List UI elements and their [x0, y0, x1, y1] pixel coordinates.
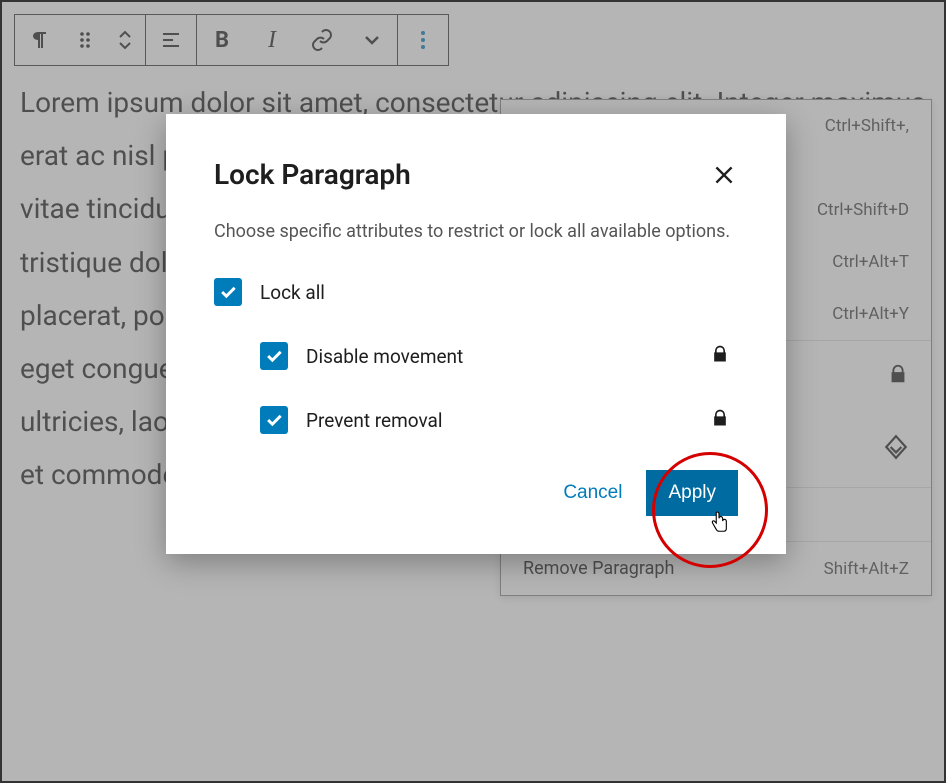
disable-movement-checkbox[interactable]	[260, 342, 288, 370]
lock-all-label: Lock all	[260, 281, 325, 304]
lock-all-checkbox[interactable]	[214, 278, 242, 306]
lock-icon	[710, 407, 730, 433]
lock-all-row[interactable]: Lock all	[214, 278, 738, 306]
lock-icon	[710, 343, 730, 369]
lock-paragraph-modal: Lock Paragraph Choose specific attribute…	[166, 114, 786, 554]
prevent-removal-checkbox[interactable]	[260, 406, 288, 434]
disable-movement-row[interactable]: Disable movement	[260, 342, 738, 370]
prevent-removal-row[interactable]: Prevent removal	[260, 406, 738, 434]
prevent-removal-label: Prevent removal	[306, 409, 443, 432]
apply-button[interactable]: Apply	[646, 470, 738, 516]
close-button[interactable]	[710, 161, 738, 189]
modal-title: Lock Paragraph	[214, 158, 411, 191]
disable-movement-label: Disable movement	[306, 345, 463, 368]
cancel-button[interactable]: Cancel	[557, 472, 628, 514]
modal-description: Choose specific attributes to restrict o…	[214, 221, 738, 242]
